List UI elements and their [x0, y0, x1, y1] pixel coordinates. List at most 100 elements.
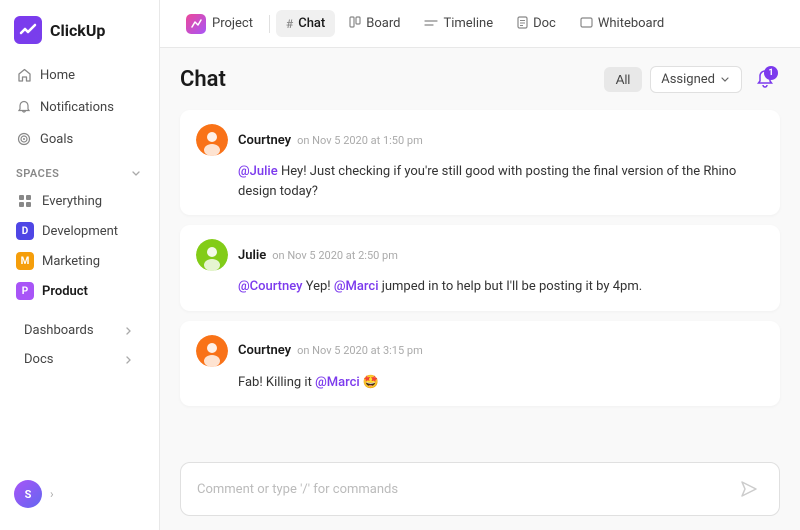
message-body: @Courtney Yep! @Marci jumped in to help …	[238, 277, 764, 297]
clickup-logo-icon	[14, 16, 42, 44]
message-emoji: 🤩	[363, 375, 379, 390]
mention: @Marci	[334, 279, 379, 294]
development-badge: D	[16, 222, 34, 240]
user-avatar[interactable]: S	[14, 480, 42, 508]
project-label: Project	[212, 16, 253, 31]
message-author: Courtney	[238, 133, 291, 148]
top-nav: Project # Chat Board Timeline Doc	[160, 0, 800, 48]
sidebar-item-everything[interactable]: Everything	[0, 186, 159, 216]
chevron-right-icon	[121, 324, 135, 338]
message-text: jumped in to help but I'll be posting it…	[382, 279, 642, 294]
message-meta: Courtney on Nov 5 2020 at 3:15 pm	[238, 343, 423, 358]
message-card: Courtney on Nov 5 2020 at 1:50 pm @Julie…	[180, 110, 780, 215]
message-author: Julie	[238, 248, 266, 263]
julie-avatar	[196, 239, 228, 271]
message-text: Fab! Killing it	[238, 375, 315, 390]
goals-label: Goals	[40, 132, 73, 147]
project-tab[interactable]: Project	[176, 8, 263, 40]
send-message-button[interactable]	[735, 475, 763, 503]
filter-assigned-dropdown[interactable]: Assigned	[650, 66, 742, 93]
product-badge: P	[16, 282, 34, 300]
spaces-label: Spaces	[16, 167, 59, 180]
chevron-right-small-icon: ›	[50, 487, 54, 501]
timeline-icon	[424, 17, 438, 31]
development-label: Development	[42, 224, 118, 239]
message-card: Courtney on Nov 5 2020 at 3:15 pm Fab! K…	[180, 321, 780, 407]
message-header: Julie on Nov 5 2020 at 2:50 pm	[196, 239, 764, 271]
nav-divider	[269, 15, 270, 33]
chat-header: Chat All Assigned 1	[180, 64, 780, 94]
comment-placeholder-text: Comment or type '/' for commands	[197, 482, 398, 497]
target-icon	[16, 131, 32, 147]
chat-title: Chat	[180, 67, 226, 92]
filter-assigned-label: Assigned	[661, 72, 715, 87]
chat-filter-area: All Assigned 1	[604, 64, 780, 94]
sidebar: ClickUp Home Notifications Goals Spaces	[0, 0, 160, 530]
comment-input-area: Comment or type '/' for commands	[160, 452, 800, 530]
sidebar-nav: Home Notifications Goals	[0, 60, 159, 154]
everything-label: Everything	[42, 194, 102, 209]
marketing-badge: M	[16, 252, 34, 270]
courtney-avatar-2	[196, 335, 228, 367]
tab-chat[interactable]: # Chat	[276, 10, 335, 37]
tab-whiteboard[interactable]: Whiteboard	[570, 10, 674, 37]
message-card: Julie on Nov 5 2020 at 2:50 pm @Courtney…	[180, 225, 780, 311]
mention: @Marci	[315, 375, 360, 390]
filter-all-button[interactable]: All	[604, 67, 642, 92]
sidebar-item-dashboards[interactable]: Dashboards	[8, 316, 151, 345]
courtney-avatar-1	[196, 124, 228, 156]
message-time: on Nov 5 2020 at 3:15 pm	[297, 344, 423, 357]
message-header: Courtney on Nov 5 2020 at 1:50 pm	[196, 124, 764, 156]
hash-icon: #	[286, 17, 293, 31]
message-text: Yep!	[306, 279, 334, 294]
doc-icon	[517, 16, 528, 32]
comment-input-box[interactable]: Comment or type '/' for commands	[180, 462, 780, 516]
mention: @Courtney	[238, 279, 302, 294]
tab-timeline-label: Timeline	[443, 16, 493, 31]
bell-icon	[16, 99, 32, 115]
whiteboard-icon	[580, 17, 593, 31]
dropdown-chevron-icon	[719, 73, 731, 85]
sidebar-item-marketing[interactable]: M Marketing	[0, 246, 159, 276]
project-icon	[186, 14, 206, 34]
tab-chat-label: Chat	[298, 16, 325, 31]
mention: @Julie	[238, 164, 278, 179]
sidebar-item-goals[interactable]: Goals	[8, 124, 151, 154]
sidebar-item-product[interactable]: P Product	[0, 276, 159, 306]
message-author: Courtney	[238, 343, 291, 358]
sidebar-item-home[interactable]: Home	[8, 60, 151, 90]
notifications-label: Notifications	[40, 100, 114, 115]
sidebar-footer: S ›	[0, 470, 159, 518]
chevron-right-icon	[121, 353, 135, 367]
message-body: @Julie Hey! Just checking if you're stil…	[238, 162, 764, 201]
tab-doc[interactable]: Doc	[507, 10, 566, 38]
message-time: on Nov 5 2020 at 1:50 pm	[297, 134, 423, 147]
logo-area: ClickUp	[0, 12, 159, 60]
board-icon	[349, 16, 361, 31]
tab-board-label: Board	[366, 16, 400, 31]
sidebar-item-development[interactable]: D Development	[0, 216, 159, 246]
message-body: Fab! Killing it @Marci 🤩	[238, 373, 764, 393]
app-name: ClickUp	[50, 21, 105, 40]
chevron-down-icon	[129, 166, 143, 180]
main-content: Project # Chat Board Timeline Doc	[160, 0, 800, 530]
message-text: Hey! Just checking if you're still good …	[238, 164, 736, 199]
sidebar-item-notifications[interactable]: Notifications	[8, 92, 151, 122]
spaces-section-header: Spaces	[0, 154, 159, 186]
notification-count-badge: 1	[764, 66, 778, 80]
chat-area: Chat All Assigned 1	[160, 48, 800, 452]
tab-whiteboard-label: Whiteboard	[598, 16, 664, 31]
tab-timeline[interactable]: Timeline	[414, 10, 503, 37]
sidebar-item-docs[interactable]: Docs	[8, 345, 151, 374]
message-header: Courtney on Nov 5 2020 at 3:15 pm	[196, 335, 764, 367]
home-label: Home	[40, 68, 75, 83]
dashboards-label: Dashboards	[24, 323, 94, 338]
docs-label: Docs	[24, 352, 53, 367]
tab-doc-label: Doc	[533, 16, 556, 31]
home-icon	[16, 67, 32, 83]
marketing-label: Marketing	[42, 254, 100, 269]
message-meta: Julie on Nov 5 2020 at 2:50 pm	[238, 248, 398, 263]
tab-board[interactable]: Board	[339, 10, 410, 37]
notification-bell-button[interactable]: 1	[750, 64, 780, 94]
message-time: on Nov 5 2020 at 2:50 pm	[272, 249, 398, 262]
